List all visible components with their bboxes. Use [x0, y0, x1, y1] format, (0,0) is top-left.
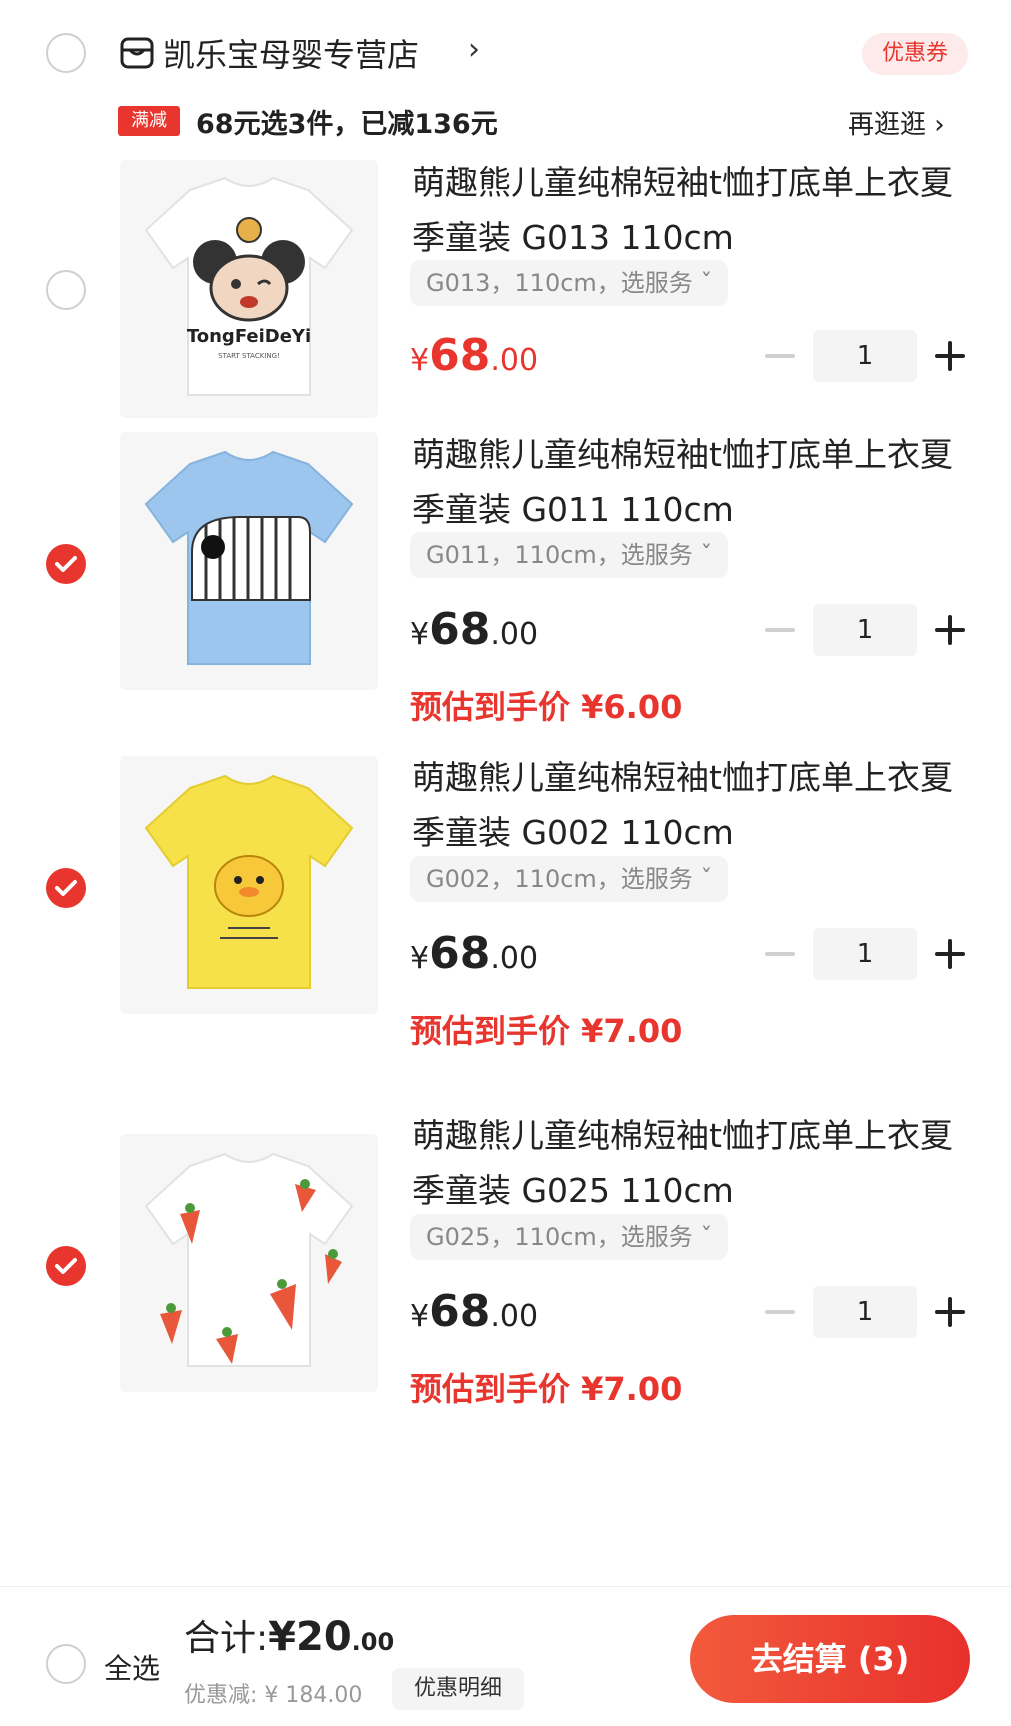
- total-integer: 20: [295, 1614, 352, 1660]
- price-decimal: .00: [490, 1299, 539, 1334]
- store-icon: [120, 37, 154, 69]
- item-select-checkbox[interactable]: [46, 270, 86, 310]
- item-select-checkbox[interactable]: [46, 544, 86, 584]
- price-symbol: ¥: [410, 1299, 430, 1334]
- price-symbol: ¥: [410, 343, 430, 378]
- product-image[interactable]: [120, 1134, 378, 1392]
- cart-item: 萌趣熊儿童纯棉短袖t恤打底单上衣夏季童装 G011 110cm G011，110…: [0, 432, 1011, 762]
- item-select-checkbox[interactable]: [46, 868, 86, 908]
- product-title[interactable]: 萌趣熊儿童纯棉短袖t恤打底单上衣夏季童装 G002 110cm: [412, 750, 972, 860]
- price-symbol: ¥: [410, 617, 430, 652]
- browse-more-link[interactable]: 再逛逛 ›: [848, 104, 945, 141]
- check-icon: [55, 1258, 77, 1274]
- product-title[interactable]: 萌趣熊儿童纯棉短袖t恤打底单上衣夏季童装 G025 110cm: [412, 1108, 972, 1218]
- decrease-qty-button[interactable]: [765, 952, 795, 956]
- sku-selector[interactable]: G025，110cm，选服务 ˇ: [410, 1214, 729, 1260]
- product-image[interactable]: TongFeiDeYi START STACKING!: [120, 160, 378, 418]
- chevron-right-icon[interactable]: ›: [468, 32, 480, 67]
- white-tshirt-mouse-image: TongFeiDeYi START STACKING!: [120, 160, 378, 418]
- price-symbol: ¥: [410, 941, 430, 976]
- product-title[interactable]: 萌趣熊儿童纯棉短袖t恤打底单上衣夏季童装 G011 110cm: [412, 427, 972, 537]
- store-header: 凯乐宝母婴专营店 › 优惠券: [0, 0, 1011, 100]
- item-select-checkbox[interactable]: [46, 1246, 86, 1286]
- product-price: ¥68.00: [410, 1286, 538, 1337]
- discount-detail-button[interactable]: 优惠明细: [392, 1668, 524, 1710]
- select-all-checkbox[interactable]: [46, 1644, 86, 1684]
- store-name[interactable]: 凯乐宝母婴专营店: [163, 30, 419, 76]
- cart-item: TongFeiDeYi START STACKING! 萌趣熊儿童纯棉短袖t恤打…: [0, 160, 1011, 430]
- quantity-input[interactable]: 1: [813, 330, 917, 382]
- white-tshirt-carrots-image: [120, 1134, 378, 1392]
- promo-text: 68元选3件，已减136元: [196, 109, 498, 140]
- product-image[interactable]: [120, 756, 378, 1014]
- tshirt-print-subtext: START STACKING!: [218, 352, 280, 360]
- product-price: ¥68.00: [410, 330, 538, 381]
- estimated-price: 预估到手价 ¥7.00: [410, 1370, 683, 1408]
- price-decimal: .00: [490, 617, 539, 652]
- price-integer: 68: [429, 928, 491, 979]
- increase-qty-button[interactable]: [935, 939, 965, 969]
- price-decimal: .00: [490, 343, 539, 378]
- sku-selector[interactable]: G002，110cm，选服务 ˇ: [410, 856, 729, 902]
- cart-item: 萌趣熊儿童纯棉短袖t恤打底单上衣夏季童装 G025 110cm G025，110…: [0, 1116, 1011, 1530]
- total-label: 合计:: [184, 1618, 269, 1659]
- blue-tshirt-elephant-image: [120, 432, 378, 690]
- sku-selector[interactable]: G013，110cm，选服务 ˇ: [410, 260, 729, 306]
- product-title[interactable]: 萌趣熊儿童纯棉短袖t恤打底单上衣夏季童装 G013 110cm: [412, 155, 972, 265]
- sku-selector[interactable]: G011，110cm，选服务 ˇ: [410, 532, 729, 578]
- tshirt-print-text: TongFeiDeYi: [187, 326, 311, 347]
- cart-item: 萌趣熊儿童纯棉短袖t恤打底单上衣夏季童装 G002 110cm G002，110…: [0, 756, 1011, 1142]
- quantity-input[interactable]: 1: [813, 1286, 917, 1338]
- check-icon: [55, 556, 77, 572]
- estimated-price: 预估到手价 ¥7.00: [410, 1012, 683, 1050]
- decrease-qty-button[interactable]: [765, 1310, 795, 1314]
- quantity-input[interactable]: 1: [813, 928, 917, 980]
- increase-qty-button[interactable]: [935, 1297, 965, 1327]
- product-image[interactable]: [120, 432, 378, 690]
- increase-qty-button[interactable]: [935, 341, 965, 371]
- product-price: ¥68.00: [410, 604, 538, 655]
- quantity-input[interactable]: 1: [813, 604, 917, 656]
- total-symbol: ¥: [268, 1614, 296, 1660]
- decrease-qty-button[interactable]: [765, 354, 795, 358]
- checkout-button[interactable]: 去结算 (3): [690, 1615, 970, 1703]
- product-price: ¥68.00: [410, 928, 538, 979]
- select-all-label[interactable]: 全选: [104, 1647, 160, 1687]
- promo-tag: 满减: [118, 106, 180, 136]
- promo-row: 满减 68元选3件，已减136元 再逛逛 ›: [0, 100, 1011, 142]
- total-price: 合计:¥20.00: [184, 1609, 394, 1661]
- increase-qty-button[interactable]: [935, 615, 965, 645]
- price-integer: 68: [429, 1286, 491, 1337]
- check-icon: [55, 880, 77, 896]
- checkout-bar: 全选 合计:¥20.00 优惠减: ¥ 184.00 优惠明细 去结算 (3): [0, 1586, 1011, 1726]
- yellow-tshirt-duck-image: [120, 756, 378, 1014]
- price-integer: 68: [429, 604, 491, 655]
- discount-text: 优惠减: ¥ 184.00: [184, 1683, 363, 1708]
- price-integer: 68: [429, 330, 491, 381]
- decrease-qty-button[interactable]: [765, 628, 795, 632]
- store-select-checkbox[interactable]: [46, 33, 86, 73]
- total-decimal: .00: [351, 1628, 395, 1656]
- price-decimal: .00: [490, 941, 539, 976]
- coupon-button[interactable]: 优惠券: [862, 33, 968, 75]
- estimated-price: 预估到手价 ¥6.00: [410, 688, 683, 726]
